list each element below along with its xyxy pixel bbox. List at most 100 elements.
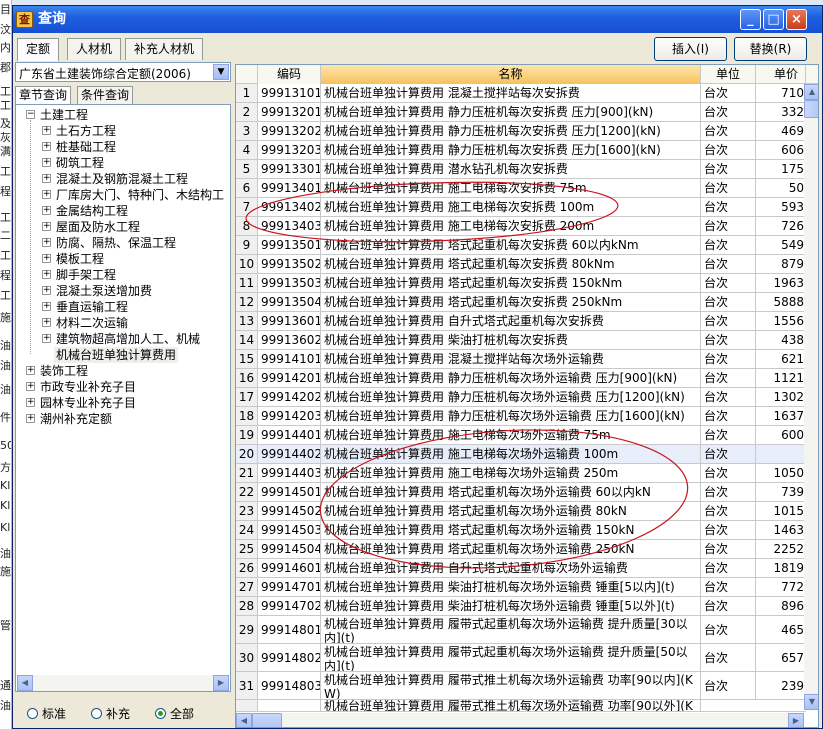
horizontal-scroll-thumb[interactable]: [252, 713, 282, 727]
vertical-scroll-thumb[interactable]: [804, 100, 818, 118]
cell-price: 1121: [773, 371, 804, 385]
col-header-code[interactable]: 编码: [258, 65, 321, 84]
tab-chapter-query[interactable]: 章节查询: [15, 86, 72, 105]
table-row[interactable]: 13 99913601 机械台班单独计算费用 自升式塔式起重机每次安拆费 台次 1556: [236, 312, 806, 331]
insert-button[interactable]: 插入(I): [654, 37, 727, 61]
table-row[interactable]: 20 99914402 机械台班单独计算费用 施工电梯每次场外运输费 100m 台次: [236, 445, 806, 464]
table-row[interactable]: 2 99913201 机械台班单独计算费用 静力压桩机每次安拆费 压力[900](k…: [236, 103, 806, 122]
table-row[interactable]: 8 99913403 机械台班单独计算费用 施工电梯每次安拆费 200m 台次 726: [236, 217, 806, 236]
table-row[interactable]: 29 99914801 机械台班单独计算费用 履带式起重机每次场外运输费 提升质量[…: [236, 616, 806, 644]
expand-icon[interactable]: +: [42, 174, 51, 183]
expand-icon[interactable]: +: [26, 398, 35, 407]
expand-icon[interactable]: +: [26, 382, 35, 391]
expand-icon[interactable]: +: [42, 334, 51, 343]
table-row[interactable]: 19 99914401 机械台班单独计算费用 施工电梯每次场外运输费 75m 台次 60…: [236, 426, 806, 445]
tab-quota[interactable]: 定额: [17, 38, 60, 61]
table-row[interactable]: 28 99914702 机械台班单独计算费用 柴油打桩机每次场外运输费 锤重[5以外…: [236, 597, 806, 616]
table-row[interactable]: 11 99913503 机械台班单独计算费用 塔式起重机每次安拆费 150kNm 台次…: [236, 274, 806, 293]
table-row[interactable]: 3 99913202 机械台班单独计算费用 静力压桩机每次安拆费 压力[1200](…: [236, 122, 806, 141]
expand-icon[interactable]: +: [42, 190, 51, 199]
table-row[interactable]: 6 99913401 机械台班单独计算费用 施工电梯每次安拆费 75m 台次 50: [236, 179, 806, 198]
expand-icon[interactable]: +: [42, 126, 51, 135]
scroll-left-icon[interactable]: ◀: [17, 675, 33, 691]
table-row[interactable]: 17 99914202 机械台班单独计算费用 静力压桩机每次场外运输费 压力[120…: [236, 388, 806, 407]
background-text: 方: [0, 462, 11, 474]
maximize-button[interactable]: □: [763, 9, 784, 30]
collapse-icon[interactable]: −: [26, 110, 35, 119]
expand-icon[interactable]: +: [26, 366, 35, 375]
expand-icon[interactable]: +: [42, 206, 51, 215]
table-row[interactable]: 12 99913504 机械台班单独计算费用 塔式起重机每次安拆费 250kNm 台次…: [236, 293, 806, 312]
table-row[interactable]: 4 99913203 机械台班单独计算费用 静力压桩机每次安拆费 压力[1600](…: [236, 141, 806, 160]
cell-name: 机械台班单独计算费用 潜水钻孔机每次安拆费: [321, 160, 701, 178]
tree-node-label: 屋面及防水工程: [56, 220, 141, 234]
radio-all[interactable]: 全部: [155, 705, 194, 722]
tree-node-label: 垂直运输工程: [56, 300, 129, 314]
table-row[interactable]: 23 99914502 机械台班单独计算费用 塔式起重机每次场外运输费 80kN 台次…: [236, 502, 806, 521]
minimize-button[interactable]: _: [740, 9, 761, 30]
expand-icon[interactable]: +: [42, 222, 51, 231]
table-row[interactable]: 27 99914701 机械台班单独计算费用 柴油打桩机每次场外运输费 锤重[5以内…: [236, 578, 806, 597]
expand-icon[interactable]: +: [42, 158, 51, 167]
expand-icon[interactable]: +: [42, 302, 51, 311]
table-row[interactable]: 21 99914403 机械台班单独计算费用 施工电梯每次场外运输费 250m 台次 1…: [236, 464, 806, 483]
scroll-right-icon[interactable]: ▶: [788, 713, 804, 727]
table-row[interactable]: 24 99914503 机械台班单独计算费用 塔式起重机每次场外运输费 150kN 台…: [236, 521, 806, 540]
cell-price: 896: [781, 599, 804, 613]
tab-condition-query[interactable]: 条件查询: [77, 86, 134, 104]
radio-supplement[interactable]: 补充: [91, 705, 130, 722]
expand-icon[interactable]: +: [42, 254, 51, 263]
query-window: 查 查询 _ □ × 定额 人材机 补充人材机 插入(I) 替换(R) 广东省土…: [12, 5, 823, 729]
radio-selected-icon: [155, 708, 166, 719]
cell-code: [258, 700, 321, 711]
scroll-down-icon[interactable]: ▼: [804, 694, 818, 710]
table-row[interactable]: 14 99913602 机械台班单独计算费用 柴油打桩机每次安拆费 台次 438: [236, 331, 806, 350]
table-row[interactable]: 18 99914203 机械台班单独计算费用 静力压桩机每次场外运输费 压力[160…: [236, 407, 806, 426]
row-index: 8: [236, 217, 258, 235]
tree-node-label: 厂库房大门、特种门、木结构工: [56, 188, 225, 202]
col-header-index[interactable]: [236, 65, 258, 84]
cell-price: 1556: [773, 314, 804, 328]
table-row[interactable]: 9 99913501 机械台班单独计算费用 塔式起重机每次安拆费 60以内kNm 台次…: [236, 236, 806, 255]
cell-code: 99914801: [258, 616, 321, 643]
expand-icon[interactable]: +: [42, 238, 51, 247]
table-row[interactable]: 15 99914101 机械台班单独计算费用 混凝土搅拌站每次场外运输费 台次 621: [236, 350, 806, 369]
table-row[interactable]: 10 99913502 机械台班单独计算费用 塔式起重机每次安拆费 80kNm 台次 8…: [236, 255, 806, 274]
table-row[interactable]: 22 99914501 机械台班单独计算费用 塔式起重机每次场外运输费 60以内kN…: [236, 483, 806, 502]
col-header-unit[interactable]: 单位: [701, 65, 756, 84]
close-button[interactable]: ×: [786, 9, 807, 30]
col-header-price[interactable]: 单价: [756, 65, 806, 84]
table-row[interactable]: 31 99914803 机械台班单独计算费用 履带式推土机每次场外运输费 功率[90…: [236, 672, 806, 700]
replace-button[interactable]: 替换(R): [734, 37, 807, 61]
radio-standard[interactable]: 标准: [27, 705, 66, 722]
title-bar[interactable]: 查 查询 _ □ ×: [13, 6, 822, 33]
tab-labor-material-machine[interactable]: 人材机: [67, 38, 122, 60]
table-row[interactable]: 30 99914802 机械台班单独计算费用 履带式起重机每次场外运输费 提升质量[…: [236, 644, 806, 672]
background-text: 油: [0, 548, 11, 560]
quota-library-select[interactable]: 广东省土建装饰综合定额(2006) ▼: [15, 62, 231, 82]
scroll-up-icon[interactable]: ▲: [804, 84, 818, 100]
horizontal-scrollbar[interactable]: ◀ ▶: [236, 713, 804, 727]
cell-unit: 台次: [701, 502, 756, 520]
tab-supplement-material[interactable]: 补充人材机: [125, 38, 204, 60]
expand-icon[interactable]: +: [42, 142, 51, 151]
table-row[interactable]: 1 99913101 机械台班单独计算费用 混凝土搅拌站每次安拆费 台次 710: [236, 84, 806, 103]
table-row[interactable]: 5 99913301 机械台班单独计算费用 潜水钻孔机每次安拆费 台次 175: [236, 160, 806, 179]
table-row[interactable]: 16 99914201 机械台班单独计算费用 静力压桩机每次场外运输费 压力[900…: [236, 369, 806, 388]
vertical-scrollbar[interactable]: ▲ ▼: [804, 84, 818, 710]
scroll-left-icon[interactable]: ◀: [236, 713, 252, 727]
table-row-partial[interactable]: 机械台班单独计算费用 履带式推土机每次场外运输费 功率[90以外](K: [236, 700, 806, 712]
expand-icon[interactable]: +: [26, 414, 35, 423]
cell-code: 99913203: [258, 141, 321, 159]
expand-icon[interactable]: +: [42, 270, 51, 279]
expand-icon[interactable]: +: [42, 286, 51, 295]
chevron-down-icon[interactable]: ▼: [213, 64, 229, 80]
expand-icon[interactable]: +: [42, 318, 51, 327]
table-row[interactable]: 26 99914601 机械台班单独计算费用 自升式塔式起重机每次场外运输费 台次 18…: [236, 559, 806, 578]
col-header-name[interactable]: 名称: [321, 65, 701, 84]
scroll-right-icon[interactable]: ▶: [213, 675, 229, 691]
cell-unit: 台次: [701, 312, 756, 330]
table-row[interactable]: 25 99914504 机械台班单独计算费用 塔式起重机每次场外运输费 250kN 台…: [236, 540, 806, 559]
tree-horizontal-scrollbar[interactable]: ◀ ▶: [17, 675, 229, 691]
table-row[interactable]: 7 99913402 机械台班单独计算费用 施工电梯每次安拆费 100m 台次 593: [236, 198, 806, 217]
